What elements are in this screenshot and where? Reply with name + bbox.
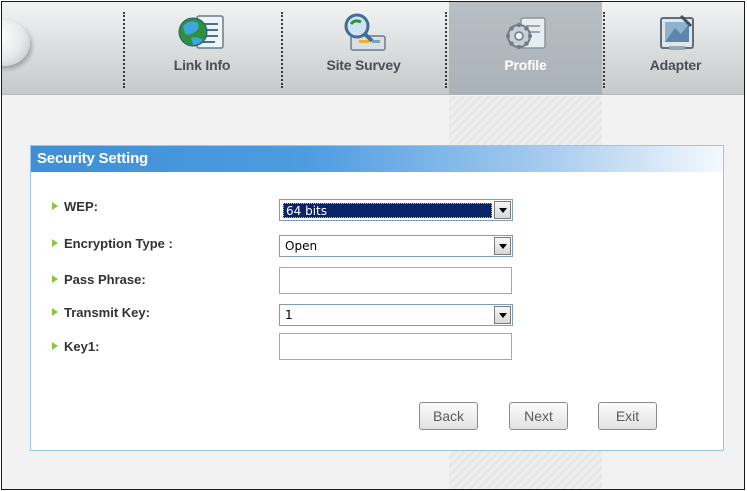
- app-window: Link Info Site Survey Profile Adapter Se…: [1, 1, 745, 490]
- bullet-arrow-icon: [52, 308, 58, 316]
- tab-separator: [281, 12, 283, 88]
- pass-phrase-input[interactable]: [279, 267, 512, 294]
- adapter-icon: [659, 14, 694, 50]
- key1-label: Key1:: [52, 337, 99, 355]
- toolbar: Link Info Site Survey Profile Adapter: [2, 2, 744, 95]
- exit-button[interactable]: Exit: [598, 402, 657, 430]
- dropdown-button[interactable]: [494, 306, 511, 324]
- selected-value: 64 bits: [283, 203, 492, 218]
- encryption-type-label: Encryption Type :: [52, 234, 173, 252]
- selected-value: 1: [285, 308, 293, 322]
- site-survey-icon: [344, 13, 386, 51]
- panel-header: Security Setting: [31, 146, 723, 172]
- dropdown-button[interactable]: [494, 237, 511, 255]
- pass-phrase-label: Pass Phrase:: [52, 270, 146, 288]
- chevron-down-icon: [498, 312, 507, 318]
- bullet-arrow-icon: [52, 202, 58, 210]
- chevron-down-icon: [498, 207, 507, 213]
- transmit-key-label: Transmit Key:: [52, 303, 150, 321]
- globe-document-icon: [178, 15, 224, 49]
- security-setting-panel: Security Setting WEP: 64 bits Encryption…: [30, 145, 724, 451]
- panel-title: Security Setting: [37, 150, 148, 167]
- tab-profile[interactable]: Profile: [449, 2, 602, 95]
- bullet-arrow-icon: [52, 275, 58, 283]
- mouse-decoration-icon: [2, 20, 30, 66]
- back-button[interactable]: Back: [419, 402, 478, 430]
- tab-label: Adapter: [649, 57, 702, 73]
- encryption-type-select[interactable]: Open: [279, 235, 513, 257]
- key1-input[interactable]: [279, 333, 512, 360]
- tab-label: Link Info: [173, 57, 231, 73]
- gear-document-icon: [505, 17, 546, 49]
- chevron-down-icon: [498, 243, 507, 249]
- wep-label: WEP:: [52, 197, 98, 215]
- field-label-text: Encryption Type :: [64, 235, 173, 251]
- next-button[interactable]: Next: [509, 402, 568, 430]
- tab-label: Profile: [504, 57, 547, 73]
- bullet-arrow-icon: [52, 239, 58, 247]
- transmit-key-select[interactable]: 1: [279, 304, 513, 326]
- tab-separator: [445, 12, 447, 88]
- wep-select[interactable]: 64 bits: [279, 199, 513, 221]
- tab-link-info[interactable]: Link Info: [127, 2, 277, 95]
- field-label-text: Transmit Key:: [64, 304, 150, 320]
- dropdown-button[interactable]: [494, 201, 511, 219]
- field-label-text: Pass Phrase:: [64, 271, 146, 287]
- field-label-text: WEP:: [64, 198, 98, 214]
- tab-separator: [123, 12, 125, 88]
- field-label-text: Key1:: [64, 338, 100, 354]
- selected-value: Open: [285, 239, 318, 253]
- tab-site-survey[interactable]: Site Survey: [285, 2, 442, 95]
- tab-label: Site Survey: [326, 57, 401, 73]
- tab-adapter[interactable]: Adapter: [607, 2, 744, 95]
- bullet-arrow-icon: [52, 342, 58, 350]
- tab-separator: [603, 12, 605, 88]
